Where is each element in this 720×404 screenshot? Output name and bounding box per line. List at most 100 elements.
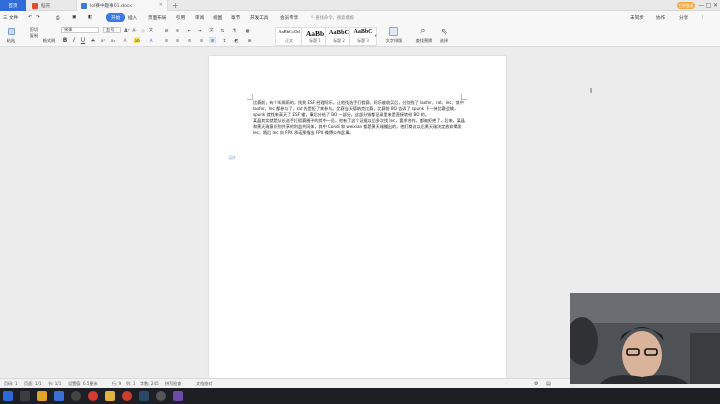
steam-icon[interactable] <box>139 391 149 401</box>
find-replace-icon[interactable]: ⌕ <box>418 26 428 36</box>
align-left-icon[interactable]: ≡ <box>163 37 170 43</box>
font-size-select[interactable]: 五号 <box>103 27 121 33</box>
paragraph-handle-icon[interactable]: ▤▾ <box>228 155 236 161</box>
menu-member[interactable]: 会员专享 <box>280 13 298 22</box>
style-heading-2-sample: AaBbC <box>328 29 350 36</box>
settings-app-icon[interactable] <box>71 391 81 401</box>
menu-view[interactable]: 视图 <box>213 13 222 22</box>
justify-icon[interactable]: ≡ <box>198 37 205 43</box>
find-replace-button[interactable]: 查找替换 <box>410 38 438 43</box>
indent-icon[interactable]: ⇥ <box>196 27 203 33</box>
paste-button[interactable]: 粘贴 <box>3 38 19 43</box>
unsync-button[interactable]: 未同步 <box>630 13 644 22</box>
subscript-icon[interactable]: x₂ <box>110 37 116 43</box>
game-app-icon[interactable] <box>105 391 115 401</box>
font-family-value: 宋体 <box>64 27 73 32</box>
print-icon[interactable]: ⎙ <box>56 13 60 22</box>
close-window-button[interactable]: ✕ <box>711 0 720 11</box>
command-search[interactable]: ⌕ 查找命令、搜索模板 <box>311 14 365 21</box>
shrink-font-icon[interactable]: A⁻ <box>132 27 138 33</box>
tab-daoke-label: 稻壳 <box>41 3 51 9</box>
underline-button[interactable]: U <box>80 37 86 44</box>
status-words[interactable]: 字数: 245 <box>140 381 159 387</box>
grow-font-icon[interactable]: A⁺ <box>124 27 130 33</box>
font-color-icon[interactable]: A <box>122 37 128 43</box>
bullet-list-icon[interactable]: ☰ <box>163 27 170 33</box>
menu-reference[interactable]: 引用 <box>176 13 185 22</box>
wps-icon[interactable] <box>122 391 132 401</box>
text-effect-icon[interactable]: A <box>148 37 154 43</box>
pinyin-icon[interactable]: 文 <box>148 27 154 33</box>
save-icon[interactable]: ▣ <box>72 13 76 22</box>
more-options-icon[interactable]: ⋮ <box>700 13 705 22</box>
style-heading-1-sample: AaBb <box>305 29 325 38</box>
select-button[interactable]: 选择 <box>436 38 452 43</box>
tab-daoke[interactable]: 稻壳 <box>28 0 76 11</box>
text-tools-button[interactable]: 文字排版 <box>381 38 407 43</box>
sort-icon[interactable]: ⇅ <box>219 27 226 33</box>
collab-button[interactable]: 协作 <box>656 13 665 22</box>
file-explorer-icon[interactable] <box>37 391 47 401</box>
style-normal[interactable]: AaBbCcDd 正文 <box>275 27 303 46</box>
tab-home[interactable]: 首页 <box>0 0 26 11</box>
new-tab-button[interactable]: + <box>172 0 179 11</box>
font-family-select[interactable]: 宋体 <box>61 27 99 33</box>
menu-file[interactable]: 三 文件 <box>3 13 18 22</box>
cut-button[interactable]: 剪切 <box>27 27 41 32</box>
show-marks-icon[interactable]: ¶ <box>231 27 238 33</box>
strikethrough-icon[interactable]: A <box>90 37 96 43</box>
paste-icon[interactable] <box>8 28 15 35</box>
document-body[interactable]: 比赛前，有个叫周雨的，找到 ESF 经理阿乐，让他找选手打假赛。阿乐被收买后，分… <box>253 100 465 135</box>
netease-music-icon[interactable] <box>88 391 98 401</box>
preview-icon[interactable]: ◧ <box>88 13 92 22</box>
task-view-icon[interactable] <box>20 391 30 401</box>
undo-icon[interactable]: ↶ <box>28 13 32 22</box>
login-button[interactable]: 立即登录 <box>677 2 695 9</box>
table-icon[interactable]: ▦ <box>244 27 251 33</box>
line-spacing-icon[interactable]: ↕ <box>221 37 228 43</box>
paragraph-1[interactable]: 比赛前，有个叫周雨的，找到 ESF 经理阿乐，让他找选手打假赛。阿乐被收买后，分… <box>253 100 465 118</box>
view-mode-icon[interactable]: ▤ <box>546 381 551 387</box>
ie-browser-icon[interactable] <box>54 391 64 401</box>
menu-insert[interactable]: 插入 <box>128 13 137 22</box>
superscript-icon[interactable]: x² <box>100 37 106 43</box>
tab-document[interactable]: lol赛中趣事01.docx ✕ <box>76 0 168 11</box>
start-menu-icon[interactable] <box>3 391 13 401</box>
format-painter-button[interactable]: 格式刷 <box>40 38 58 43</box>
clear-format-icon[interactable]: ◇ <box>140 27 146 33</box>
outdent-icon[interactable]: ⇤ <box>186 27 193 33</box>
highlight-icon[interactable]: ab <box>134 37 140 43</box>
taskbar <box>0 388 720 404</box>
align-center-icon[interactable]: ≡ <box>174 37 181 43</box>
align-right-icon[interactable]: ≡ <box>186 37 193 43</box>
status-row: 行: 9 <box>112 381 122 386</box>
distributed-align-icon[interactable]: ≡ <box>209 37 216 43</box>
numbered-list-icon[interactable]: ≡ <box>174 27 181 33</box>
close-tab-icon[interactable]: ✕ <box>159 2 163 8</box>
tray-app-icon[interactable] <box>173 391 183 401</box>
settings-gear-icon[interactable]: ⚙ <box>534 381 538 387</box>
style-heading-1-label: 标题 1 <box>309 38 321 43</box>
styles-more-icon[interactable]: ▾ <box>373 29 378 41</box>
spell-check-toggle[interactable]: 拼写检查 <box>165 381 181 387</box>
redo-icon[interactable]: ↷ <box>36 13 40 22</box>
chinese-layout-icon[interactable]: 文 <box>208 27 215 33</box>
menu-chapter[interactable]: 章节 <box>231 13 240 22</box>
text-tools-icon[interactable] <box>389 27 398 36</box>
bold-button[interactable]: B <box>62 37 68 44</box>
copy-button[interactable]: 复制 <box>27 33 41 38</box>
search-icon: ⌕ <box>311 15 314 20</box>
menu-review[interactable]: 审阅 <box>195 13 204 22</box>
document-page[interactable]: 比赛前，有个叫周雨的，找到 ESF 经理阿乐，让他找选手打假赛。阿乐被收买后，分… <box>209 56 506 378</box>
shading-icon[interactable]: ◩ <box>233 37 240 43</box>
menu-layout[interactable]: 页面布局 <box>148 13 166 22</box>
border-icon[interactable]: ⊞ <box>246 37 253 43</box>
obs-icon[interactable] <box>156 391 166 401</box>
share-button[interactable]: 分享 <box>679 13 688 22</box>
menu-start[interactable]: 开始 <box>106 13 126 22</box>
italic-button[interactable]: I <box>71 37 77 44</box>
proofread-button[interactable]: 文档校对 <box>196 381 212 387</box>
paragraph-2[interactable]: 某晶其实就是队长选手打假赛圈子的其中一员，他有了这个证据以后多次找 lec，要求… <box>253 118 465 136</box>
menu-dev-tools[interactable]: 开发工具 <box>250 13 268 22</box>
select-cursor-icon[interactable]: ⇖ <box>440 26 449 36</box>
